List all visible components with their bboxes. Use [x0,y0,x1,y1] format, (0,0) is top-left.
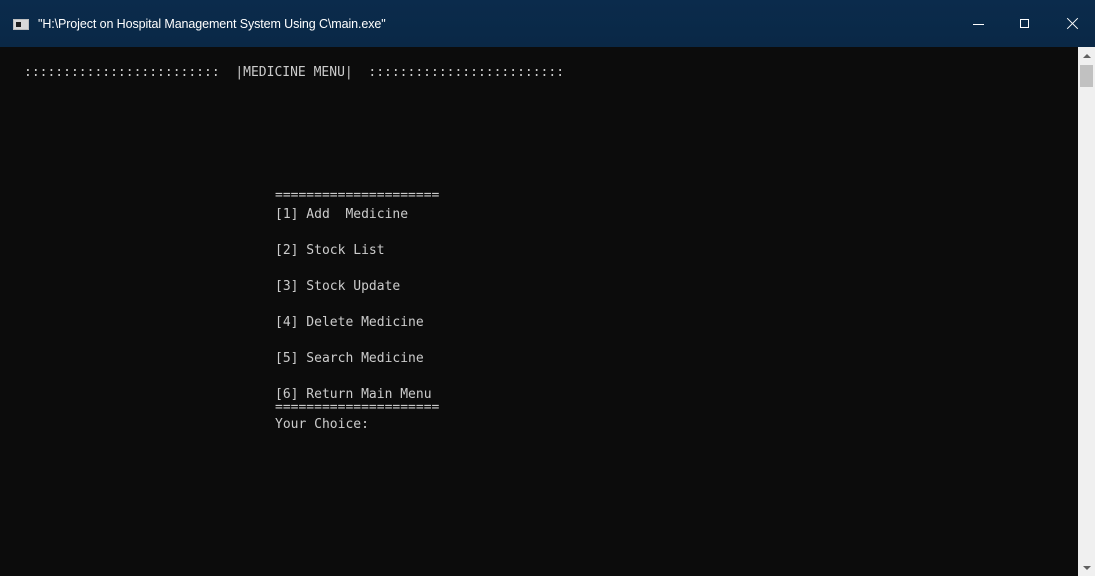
maximize-icon [1019,19,1029,28]
console-output[interactable]: ::::::::::::::::::::::::: |MEDICINE MENU… [0,47,1078,576]
scroll-down-button[interactable] [1078,559,1095,576]
title-bar[interactable]: "H:\Project on Hospital Management Syste… [0,0,1095,47]
divider-bottom: ===================== [275,400,440,415]
menu-option-search-medicine: [5] Search Medicine [275,351,424,366]
maximize-button[interactable] [1001,0,1047,47]
close-icon [1066,17,1079,30]
menu-option-add-medicine: [1] Add Medicine [275,207,409,222]
window-title: "H:\Project on Hospital Management Syste… [38,17,386,31]
console-window: "H:\Project on Hospital Management Syste… [0,0,1095,576]
scroll-thumb[interactable] [1080,65,1093,87]
minimize-icon [972,24,984,25]
divider-top: ===================== [275,188,440,203]
close-button[interactable] [1049,0,1095,47]
menu-header: ::::::::::::::::::::::::: |MEDICINE MENU… [24,65,565,80]
menu-option-stock-update: [3] Stock Update [275,279,401,294]
minimize-button[interactable] [955,0,1001,47]
chevron-down-icon [1082,565,1091,570]
menu-option-stock-list: [2] Stock List [275,243,385,258]
scroll-up-button[interactable] [1078,47,1095,64]
menu-option-delete-medicine: [4] Delete Medicine [275,315,424,330]
console-app-icon[interactable] [13,19,29,30]
choice-prompt[interactable]: Your Choice: [275,416,369,433]
vertical-scrollbar[interactable] [1078,47,1095,576]
chevron-up-icon [1082,53,1091,58]
